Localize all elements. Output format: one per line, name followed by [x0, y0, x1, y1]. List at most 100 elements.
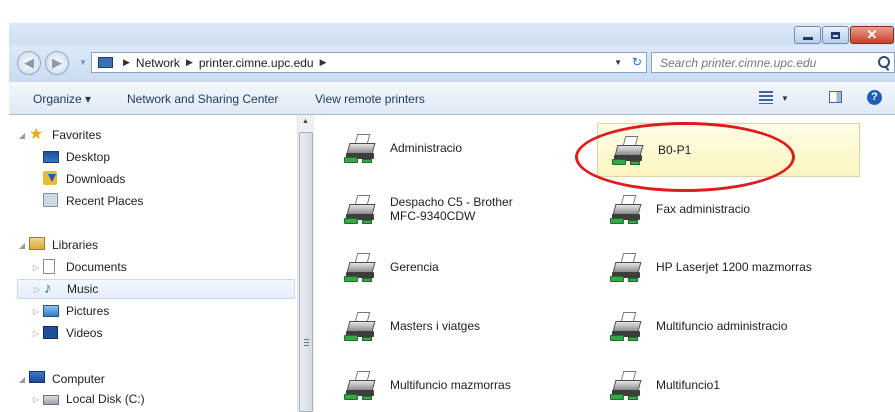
view-remote-printers-button[interactable]: View remote printers: [315, 92, 425, 106]
printer-name: Multifuncio administracio: [656, 319, 788, 333]
nav-item-documents[interactable]: ▷ Documents: [31, 257, 127, 277]
forward-button[interactable]: ▶: [45, 51, 69, 75]
preview-pane-icon[interactable]: [829, 91, 842, 103]
nav-computer[interactable]: ◢ Computer: [17, 369, 105, 389]
forward-arrow-icon: ▶: [52, 55, 62, 70]
nav-item-local-disk[interactable]: ▷ Local Disk (C:): [31, 389, 145, 409]
printer-name: HP Laserjet 1200 mazmorras: [656, 260, 812, 274]
breadcrumb-printer-server[interactable]: printer.cimne.upc.edu: [199, 56, 314, 70]
search-box[interactable]: [651, 52, 895, 73]
window-controls: ✕: [793, 26, 894, 44]
nav-item-downloads[interactable]: Downloads: [43, 169, 125, 189]
printer-item[interactable]: Multifuncio1: [610, 365, 720, 405]
scrollbar-thumb[interactable]: [299, 132, 313, 412]
nav-item-label: Pictures: [66, 304, 110, 318]
expand-arrow-icon[interactable]: ▷: [31, 395, 41, 404]
expand-arrow-icon[interactable]: ▷: [32, 285, 42, 294]
printer-item[interactable]: Multifuncio mazmorras: [344, 365, 511, 405]
nav-item-pictures[interactable]: ▷ Pictures: [31, 301, 109, 321]
network-printer-icon: [612, 133, 648, 167]
network-sharing-center-button[interactable]: Network and Sharing Center: [127, 92, 278, 106]
network-printer-icon: [610, 368, 646, 402]
printer-name: Masters i viatges: [390, 319, 481, 333]
title-bar[interactable]: [9, 23, 895, 45]
printer-item[interactable]: Masters i viatges: [344, 306, 480, 346]
computer-icon: [29, 371, 45, 383]
printer-item[interactable]: Multifuncio administracio: [610, 306, 787, 346]
collapse-arrow-icon[interactable]: ◢: [17, 241, 27, 250]
refresh-icon[interactable]: ↻: [632, 55, 642, 69]
minimize-icon: [802, 36, 813, 40]
window-frame-top: [0, 0, 895, 23]
nav-item-label: Music: [67, 282, 99, 296]
network-printer-icon: [610, 192, 646, 226]
command-bar: Organize ▾ Network and Sharing Center Vi…: [9, 81, 895, 115]
nav-libraries-label: Libraries: [52, 238, 99, 252]
nav-item-label: Recent Places: [66, 194, 144, 208]
search-icon[interactable]: [878, 56, 890, 68]
printer-item[interactable]: Fax administracio: [610, 189, 750, 229]
videos-icon: [43, 326, 58, 339]
navigation-pane: ◢ ★ Favorites Desktop Downloads Recent P…: [9, 115, 297, 412]
nav-item-label: Desktop: [66, 150, 111, 164]
nav-item-videos[interactable]: ▷ Videos: [31, 323, 102, 343]
printer-item[interactable]: Despacho C5 - Brother MFC-9340CDW: [344, 189, 540, 229]
nav-item-label: Videos: [66, 326, 103, 340]
address-history-dropdown-icon[interactable]: ▼: [614, 58, 622, 67]
maximize-button[interactable]: [822, 26, 849, 44]
network-location-icon: [98, 57, 113, 68]
printer-name: Administracio: [390, 141, 463, 155]
network-printer-icon: [610, 250, 646, 284]
printer-name: Despacho C5 - Brother MFC-9340CDW: [390, 195, 513, 223]
network-printer-icon: [344, 250, 380, 284]
expand-arrow-icon[interactable]: ▷: [31, 329, 41, 338]
network-printer-icon: [344, 309, 380, 343]
chevron-down-icon[interactable]: ▼: [781, 94, 789, 103]
printer-name: Gerencia: [390, 260, 439, 274]
printer-item[interactable]: Gerencia: [344, 247, 439, 287]
expand-arrow-icon[interactable]: ▷: [31, 263, 41, 272]
recent-pages-dropdown-icon[interactable]: ▼: [79, 58, 87, 67]
printer-name: Multifuncio mazmorras: [390, 378, 511, 392]
music-icon: ♪: [44, 280, 52, 297]
network-printer-icon: [344, 131, 380, 165]
back-button[interactable]: ◀: [17, 51, 41, 75]
grip-icon: [304, 339, 309, 346]
change-view-icon[interactable]: [759, 91, 773, 104]
chevron-right-icon[interactable]: ▶: [320, 57, 327, 68]
nav-item-desktop[interactable]: Desktop: [43, 147, 110, 167]
navigation-scrollbar[interactable]: ▲: [297, 115, 314, 412]
printer-item[interactable]: Administracio: [344, 128, 462, 168]
printer-list: Administracio Despacho C5 - Brother MFC-…: [314, 115, 895, 412]
minimize-button[interactable]: [794, 26, 821, 44]
documents-icon: [43, 259, 55, 274]
local-disk-icon: [43, 395, 59, 405]
network-printer-icon: [344, 192, 380, 226]
desktop-icon: [43, 151, 59, 163]
collapse-arrow-icon[interactable]: ◢: [17, 131, 27, 140]
printer-name: B0-P1: [658, 143, 692, 157]
close-button[interactable]: ✕: [850, 26, 894, 44]
nav-computer-label: Computer: [52, 372, 105, 386]
address-bar-area: ◀ ▶ ▼ ▶ Network ▶ printer.cimne.upc.edu …: [9, 45, 895, 81]
address-field[interactable]: ▶ Network ▶ printer.cimne.upc.edu ▶ ▼ ↻: [91, 52, 647, 73]
nav-favorites-label: Favorites: [52, 128, 102, 142]
help-icon[interactable]: ?: [867, 90, 882, 105]
chevron-right-icon[interactable]: ▶: [186, 57, 193, 68]
printer-item[interactable]: HP Laserjet 1200 mazmorras: [610, 247, 812, 287]
nav-item-music[interactable]: ▷ ♪ Music: [17, 279, 295, 299]
nav-favorites[interactable]: ◢ ★ Favorites: [17, 125, 101, 145]
back-arrow-icon: ◀: [24, 55, 34, 70]
nav-libraries[interactable]: ◢ Libraries: [17, 235, 98, 255]
nav-item-recent-places[interactable]: Recent Places: [43, 191, 143, 211]
printer-item-selected[interactable]: B0-P1: [597, 123, 860, 177]
search-input[interactable]: [658, 55, 862, 71]
scroll-up-icon[interactable]: ▲: [302, 118, 309, 125]
collapse-arrow-icon[interactable]: ◢: [17, 375, 27, 384]
organize-button[interactable]: Organize ▾: [33, 92, 91, 106]
breadcrumb-network[interactable]: Network: [136, 56, 180, 70]
expand-arrow-icon[interactable]: ▷: [31, 307, 41, 316]
printer-name: Multifuncio1: [656, 378, 721, 392]
recent-places-icon: [43, 193, 58, 207]
chevron-right-icon[interactable]: ▶: [123, 57, 130, 68]
